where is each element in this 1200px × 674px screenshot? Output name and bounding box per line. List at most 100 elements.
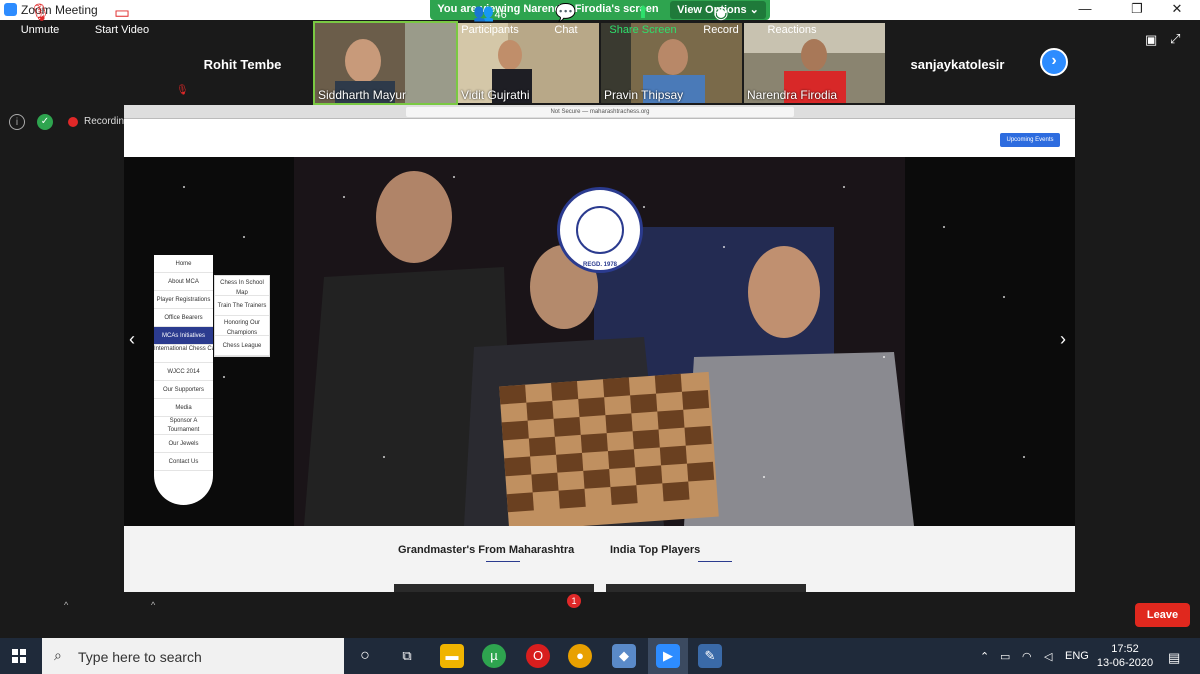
participant-name: Rohit Tembe [203, 57, 282, 72]
shared-screen: Not Secure — maharashtrachess.org Upcomi… [124, 105, 1075, 592]
section-underline [698, 561, 732, 562]
mca-logo-text: REGD. 1978 [582, 262, 618, 268]
record-icon: ◉ [713, 3, 729, 22]
meeting-controls [0, 592, 1200, 638]
mic-muted-icon: 🎙 [29, 3, 51, 22]
participant-name: Pravin Thipsay [604, 88, 684, 102]
recording-label: Recordin [84, 116, 125, 127]
submenu-item: Chess League [215, 336, 269, 356]
record-label: Record [703, 24, 739, 36]
gallery-view-icon[interactable]: ▣ [1145, 32, 1157, 48]
menu-item-active: MCAs Initiatives [154, 327, 213, 345]
app-icon[interactable]: ◆ [612, 644, 636, 668]
record-button[interactable]: ◉ Record [700, 2, 742, 36]
section-underline [486, 561, 520, 562]
slider-next-icon: › [1060, 329, 1066, 349]
submenu-item: Train The Trainers [215, 296, 269, 316]
mca-logo-emblem [576, 206, 624, 254]
chat-button[interactable]: 💬 Chat [546, 2, 586, 36]
address-bar: Not Secure — maharashtrachess.org [406, 107, 794, 117]
menu-item: Our Supporters [154, 381, 213, 399]
reactions-label: Reactions [767, 24, 817, 36]
leave-button[interactable]: Leave [1135, 603, 1190, 627]
slider-prev-icon: ‹ [129, 329, 135, 349]
volume-icon[interactable]: ◁ [1044, 650, 1052, 663]
audio-options-chevron-icon[interactable]: ^ [64, 600, 68, 610]
task-view-icon[interactable]: ⧉ [395, 644, 419, 668]
search-placeholder: Type here to search [78, 649, 202, 665]
start-video-button[interactable]: ▭ Start Video [92, 2, 152, 36]
battery-icon[interactable]: ▭ [1000, 650, 1010, 663]
site-lower-section: Grandmaster's From Maharashtra India Top… [124, 526, 1075, 592]
taskbar-search[interactable]: ⌕ Type here to search [42, 638, 344, 674]
menu-item: Media [154, 399, 213, 417]
menu-item: International Chess Calendar [154, 345, 213, 363]
close-button[interactable]: ✕ [1154, 0, 1200, 20]
opera-icon[interactable]: O [526, 644, 550, 668]
unmute-button[interactable]: 🎙 Unmute [14, 2, 66, 36]
browser-toolbar: Not Secure — maharashtrachess.org [124, 105, 1075, 119]
wifi-icon[interactable]: ◠ [1022, 650, 1032, 663]
clock-date: 13-06-2020 [1096, 657, 1154, 669]
participant-tile[interactable]: sanjaykatolesir [887, 23, 1028, 103]
participant-name: sanjaykatolesir [910, 57, 1005, 72]
security-shield-icon[interactable]: ✓ [37, 114, 53, 130]
site-submenu: Chess In School Map Train The Trainers H… [214, 275, 270, 357]
minimize-button[interactable]: — [1062, 0, 1108, 20]
next-page-button[interactable]: › [1040, 48, 1068, 76]
fullscreen-icon[interactable]: ⤢ [1170, 31, 1180, 47]
search-icon: ⌕ [54, 647, 62, 663]
section-title: India Top Players [610, 544, 701, 556]
participants-count: 46 [494, 9, 507, 21]
file-explorer-icon[interactable]: ▬ [440, 644, 464, 668]
participant-name: Vidit Gujrathi [461, 88, 530, 102]
upcoming-events-button: Upcoming Events [1000, 133, 1060, 147]
participant-video-tile[interactable]: Siddharth Mayur [313, 21, 458, 105]
notifications-icon[interactable]: ▤ [1168, 650, 1180, 666]
table-header [394, 584, 594, 592]
share-screen-button[interactable]: ⬆ Share Screen [608, 2, 678, 36]
site-nav-menu: Home About MCA Player Registrations Offi… [154, 255, 213, 505]
menu-item: Contact Us [154, 453, 213, 471]
clock-time: 17:52 [1111, 643, 1139, 655]
paint-icon[interactable]: ✎ [698, 644, 722, 668]
share-screen-label: Share Screen [609, 24, 677, 36]
mic-muted-icon: 🎙 [176, 85, 189, 96]
menu-item: Sponsor A Tournament [154, 417, 213, 435]
menu-item: About MCA [154, 273, 213, 291]
zoom-taskbar-icon[interactable]: ▶ [656, 644, 680, 668]
table-header [606, 584, 806, 592]
participant-name: Narendra Firodia [747, 88, 838, 102]
menu-item: Office Bearers [154, 309, 213, 327]
cortana-icon[interactable]: ○ [353, 644, 377, 668]
utorrent-icon[interactable]: µ [482, 644, 506, 668]
submenu-item: Chess In School Map [215, 276, 269, 296]
unmute-label: Unmute [20, 24, 60, 36]
share-screen-icon: ⬆ [635, 3, 651, 22]
menu-item: Player Registrations [154, 291, 213, 309]
chat-badge: 1 [567, 594, 581, 608]
chrome-icon[interactable]: ● [568, 644, 592, 668]
participants-label: Participants [461, 24, 519, 36]
tray-chevron-icon[interactable]: ⌃ [980, 650, 989, 663]
participants-icon: 👥46 [473, 3, 507, 22]
section-title: Grandmaster's From Maharashtra [398, 544, 575, 556]
hero-slider: REGD. 1978 ‹ › Home About MCA Player Reg… [124, 157, 1075, 526]
recording-icon [68, 117, 78, 127]
submenu-item: Honoring Our Champions [215, 316, 269, 336]
menu-item: Our Jewels [154, 435, 213, 453]
reactions-button[interactable]: ☺ Reactions [766, 2, 818, 36]
video-options-chevron-icon[interactable]: ^ [151, 600, 155, 610]
participant-tile[interactable]: Rohit Tembe 🎙 [172, 23, 313, 103]
chat-label: Chat [554, 24, 578, 36]
language-indicator[interactable]: ENG [1065, 650, 1089, 662]
taskbar-clock[interactable]: 17:52 13-06-2020 [1096, 642, 1154, 670]
mca-logo: REGD. 1978 [557, 187, 643, 273]
start-video-label: Start Video [94, 24, 150, 36]
site-header [124, 119, 1075, 157]
menu-item: Home [154, 255, 213, 273]
video-off-icon: ▭ [113, 3, 131, 22]
participants-button[interactable]: 👥46 Participants [458, 2, 522, 36]
windows-start-icon[interactable] [12, 649, 26, 663]
info-icon[interactable]: i [9, 114, 25, 130]
